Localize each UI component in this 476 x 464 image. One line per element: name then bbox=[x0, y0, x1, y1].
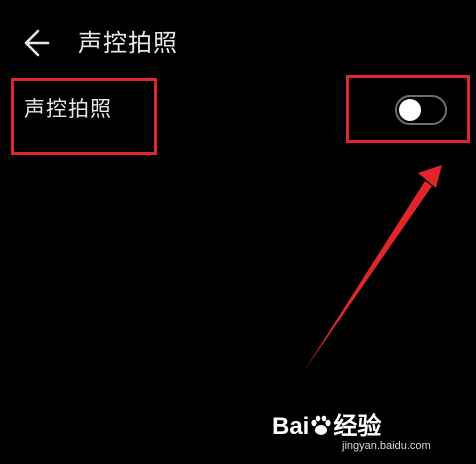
back-button[interactable] bbox=[18, 26, 58, 60]
watermark-url: jingyan.baidu.com bbox=[342, 440, 431, 452]
toggle-highlight-box bbox=[346, 75, 470, 143]
header-bar: 声控拍照 bbox=[0, 0, 476, 84]
arrow-shaft bbox=[304, 181, 432, 371]
baidu-logo: Bai 经验 bbox=[272, 413, 382, 440]
baidu-jingyan-watermark: Bai 经验 jingyan.baidu.com bbox=[272, 412, 462, 454]
page-title: 声控拍照 bbox=[78, 29, 178, 57]
arrow-head bbox=[418, 165, 442, 188]
label-highlight-box bbox=[11, 78, 157, 155]
paw-icon bbox=[311, 415, 331, 435]
arrow-left-icon bbox=[24, 29, 50, 57]
